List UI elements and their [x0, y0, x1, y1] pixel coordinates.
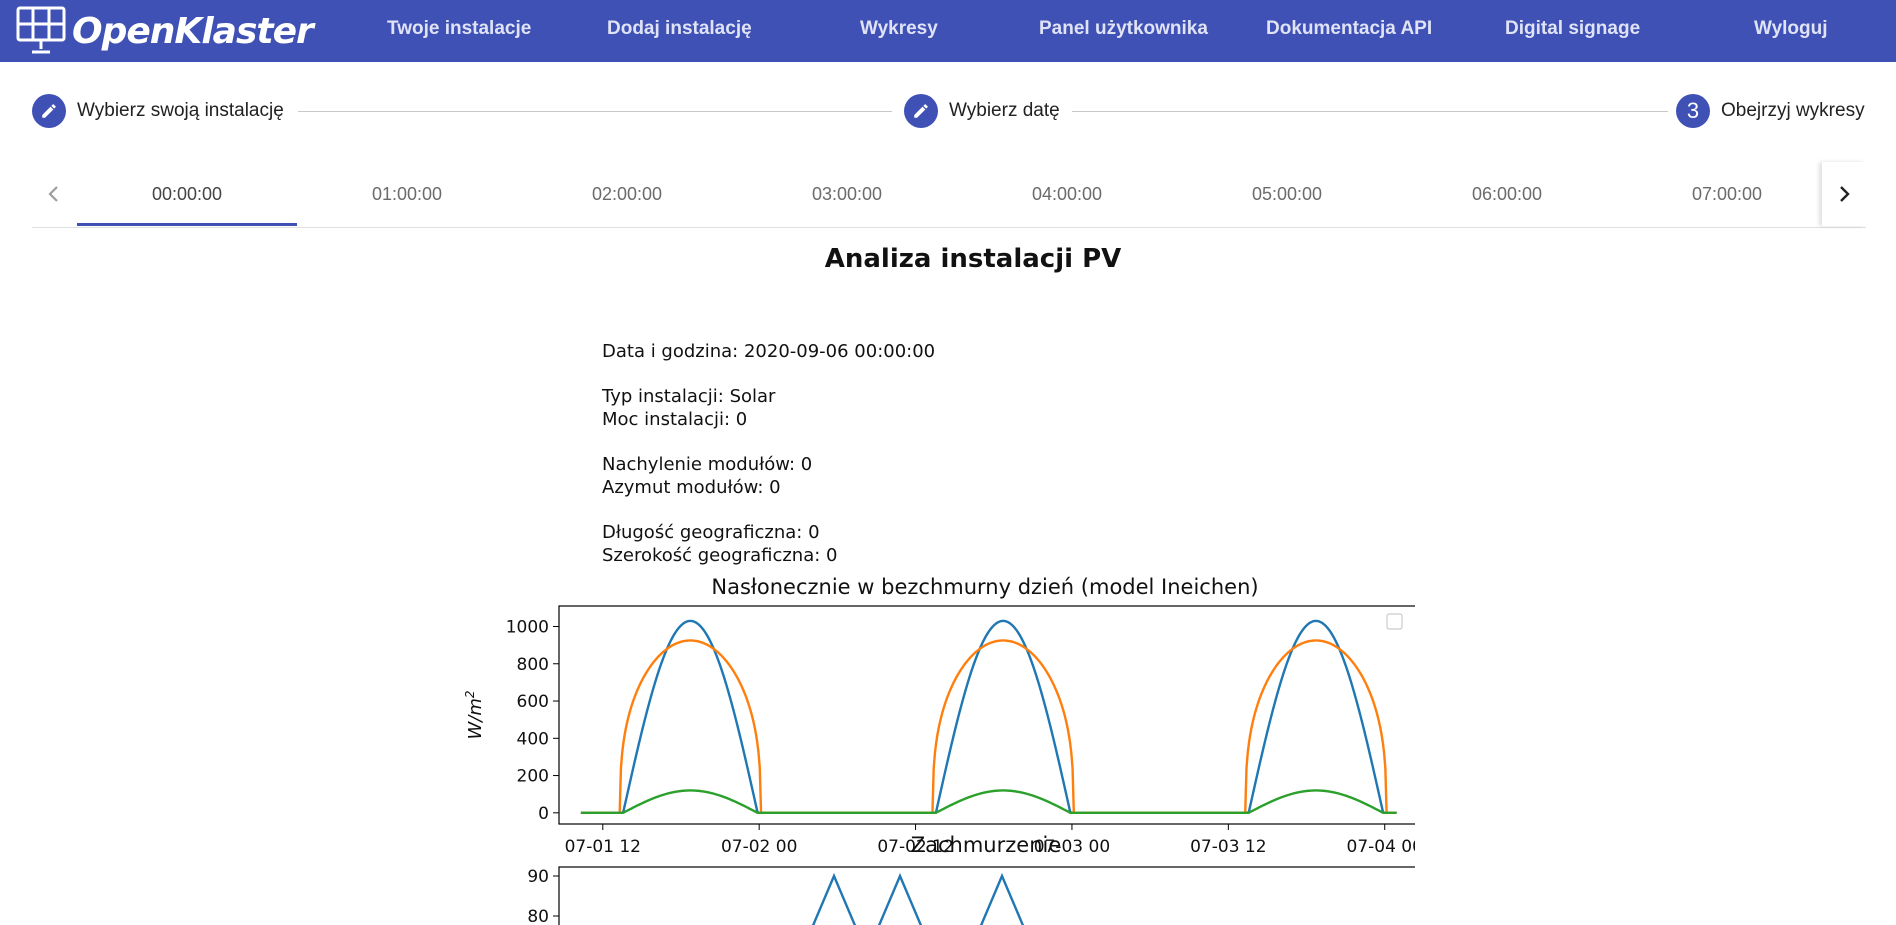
y-tick-label: 200	[517, 767, 549, 787]
info-installation-power: Moc instalacji: 0	[602, 409, 748, 430]
pencil-icon	[914, 104, 928, 118]
nav-link-wyloguj[interactable]: Wyloguj	[1754, 18, 1828, 40]
series-line	[811, 872, 1025, 925]
info-longitude: Długość geograficzna: 0	[602, 522, 820, 543]
info-installation-type: Typ instalacji: Solar	[602, 386, 776, 407]
top-navbar: OpenKlaster Twoje instalacje Dodaj insta…	[0, 0, 1896, 62]
tabs-scroll-left-button[interactable]	[32, 162, 76, 226]
tab-hour[interactable]: 04:00:00	[957, 162, 1177, 226]
y-tick-label: 600	[517, 692, 549, 712]
step-label: Wybierz datę	[949, 100, 1060, 121]
step-label: Wybierz swoją instalację	[77, 100, 284, 121]
tab-hour[interactable]: 03:00:00	[737, 162, 957, 226]
irradiance-chart: Nasłonecznie w bezchmurny dzień (model I…	[463, 575, 1415, 857]
info-latitude: Szerokość geograficzna: 0	[602, 545, 838, 566]
y-tick-label: 80	[527, 907, 549, 925]
info-module-tilt: Nachylenie modułów: 0	[602, 454, 813, 475]
series-line	[580, 789, 1397, 815]
nav-link-dokumentacja-api[interactable]: Dokumentacja API	[1266, 18, 1432, 40]
ylabel-superscript: 2	[463, 690, 477, 698]
y-axis: 0 200 400 600 800 1000	[506, 617, 559, 824]
nav-link-panel-uzytkownika[interactable]: Panel użytkownika	[1039, 18, 1208, 40]
active-tab-indicator	[77, 223, 297, 226]
chart-ylabel: W/m2	[463, 690, 486, 739]
legend-box	[1386, 613, 1403, 630]
tab-hour[interactable]: 02:00:00	[517, 162, 737, 226]
cloud-cover-chart: Zachmurzenie 80 90	[527, 833, 1415, 925]
chart-title: Zachmurzenie	[911, 833, 1062, 857]
solar-panel-icon	[16, 6, 66, 54]
y-axis: 80 90	[527, 867, 559, 925]
chevron-right-icon	[1840, 186, 1850, 202]
step-connector	[298, 111, 892, 112]
y-tick-label: 0	[538, 804, 549, 824]
info-datetime: Data i godzina: 2020-09-06 00:00:00	[602, 341, 936, 362]
nav-link-twoje-instalacje[interactable]: Twoje instalacje	[387, 18, 531, 40]
y-tick-label: 400	[517, 729, 549, 749]
y-tick-label: 1000	[506, 617, 549, 637]
report-title: Analiza instalacji PV	[824, 244, 1122, 274]
chart-title: Nasłonecznie w bezchmurny dzień (model I…	[711, 575, 1258, 599]
series-line	[580, 619, 1397, 815]
nav-link-digital-signage[interactable]: Digital signage	[1505, 18, 1640, 40]
step-number-circle: 3	[1676, 94, 1710, 128]
tab-hour[interactable]: 05:00:00	[1177, 162, 1397, 226]
installation-info: Data i godzina: 2020-09-06 00:00:00 Typ …	[602, 340, 935, 567]
stepper: Wybierz swoją instalację Wybierz datę 3 …	[0, 62, 1896, 162]
nav-link-dodaj-instalacje[interactable]: Dodaj instalację	[607, 18, 752, 40]
chevron-left-icon	[48, 186, 58, 202]
hour-tabs: 00:00:00 01:00:00 02:00:00 03:00:00 04:0…	[32, 162, 1866, 228]
step-edit-circle	[32, 94, 66, 128]
chart-plot-area	[558, 866, 1415, 925]
step-choose-date[interactable]: Wybierz datę	[904, 94, 1060, 128]
tab-hour[interactable]: 06:00:00	[1397, 162, 1617, 226]
brand[interactable]: OpenKlaster	[0, 0, 370, 62]
pencil-icon	[42, 104, 56, 118]
step-connector	[1072, 111, 1668, 112]
y-tick-label: 800	[517, 655, 549, 675]
chart-series	[811, 872, 1025, 925]
tab-hour[interactable]: 01:00:00	[297, 162, 517, 226]
step-view-charts[interactable]: 3 Obejrzyj wykresy	[1676, 94, 1865, 128]
brand-name: OpenKlaster	[72, 10, 314, 52]
step-label: Obejrzyj wykresy	[1721, 100, 1865, 121]
tab-hour[interactable]: 00:00:00	[77, 162, 297, 226]
chart-series	[580, 619, 1397, 815]
nav-link-wykresy[interactable]: Wykresy	[860, 18, 938, 40]
tabs-scroll-right-button[interactable]	[1822, 162, 1866, 226]
step-edit-circle	[904, 94, 938, 128]
info-module-azimuth: Azymut modułów: 0	[602, 477, 781, 498]
step-choose-installation[interactable]: Wybierz swoją instalację	[32, 94, 284, 128]
tab-hour[interactable]: 07:00:00	[1617, 162, 1837, 226]
y-tick-label: 90	[527, 867, 549, 887]
series-line	[580, 639, 1397, 815]
